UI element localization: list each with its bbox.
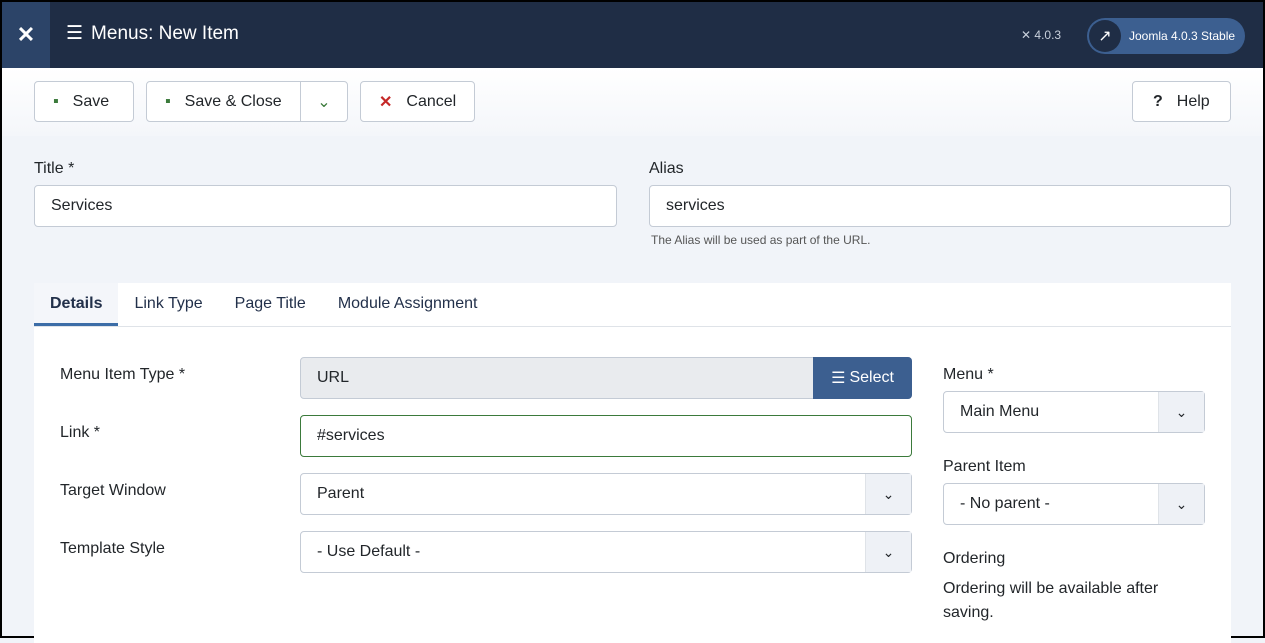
save-icon: ▪ bbox=[53, 92, 59, 110]
site-button[interactable]: ↗ Joomla 4.0.3 Stable bbox=[1087, 18, 1245, 54]
menu-label: Menu * bbox=[943, 366, 994, 383]
title-label: Title * bbox=[34, 160, 75, 177]
question-icon: ? bbox=[1153, 92, 1163, 110]
select-button[interactable]: ☰ Select bbox=[813, 357, 912, 399]
alias-label: Alias bbox=[649, 160, 684, 177]
ordering-text: Ordering will be available after saving. bbox=[943, 580, 1159, 621]
cancel-button[interactable]: ✕ Cancel bbox=[360, 81, 475, 122]
template-style-select[interactable]: - Use Default - ⌄ bbox=[300, 531, 912, 573]
chevron-down-icon: ⌄ bbox=[865, 474, 911, 514]
template-style-label: Template Style bbox=[60, 540, 165, 557]
toolbar: ▪ Save ▪ Save & Close ⌄ ✕ Cancel ? Help bbox=[2, 68, 1263, 136]
tab-link-type[interactable]: Link Type bbox=[118, 283, 218, 326]
save-close-button[interactable]: ▪ Save & Close ⌄ bbox=[146, 81, 348, 122]
list-icon: ☰ bbox=[66, 23, 84, 44]
alias-input[interactable]: services bbox=[649, 185, 1231, 227]
chevron-down-icon: ⌄ bbox=[1158, 484, 1204, 524]
chevron-down-icon: ⌄ bbox=[1158, 392, 1204, 432]
alias-help: The Alias will be used as part of the UR… bbox=[651, 233, 871, 247]
tab-bar: Details Link Type Page Title Module Assi… bbox=[34, 283, 1231, 327]
target-window-label: Target Window bbox=[60, 482, 166, 499]
link-label: Link * bbox=[60, 424, 101, 441]
parent-item-select[interactable]: - No parent - ⌄ bbox=[943, 483, 1205, 525]
menu-item-type-label: Menu Item Type * bbox=[60, 366, 186, 383]
header: ✕ ☰ Menus: New Item ✕ 4.0.3 ↗ Joomla 4.0.3… bbox=[2, 2, 1263, 68]
chevron-down-icon: ⌄ bbox=[865, 532, 911, 572]
tab-page-title[interactable]: Page Title bbox=[219, 283, 322, 326]
link-input[interactable]: #services bbox=[300, 415, 912, 457]
target-window-select[interactable]: Parent ⌄ bbox=[300, 473, 912, 515]
version-label: ✕ 4.0.3 bbox=[1021, 28, 1062, 42]
help-button[interactable]: ? Help bbox=[1132, 81, 1231, 122]
menu-item-type-field: URL ☰ Select bbox=[300, 357, 912, 399]
save-button[interactable]: ▪ Save bbox=[34, 81, 134, 122]
tab-details[interactable]: Details bbox=[34, 283, 119, 326]
save-icon: ▪ bbox=[165, 92, 171, 110]
page-title: ☰ Menus: New Item bbox=[66, 22, 239, 45]
external-link-icon: ↗ bbox=[1089, 20, 1121, 52]
ordering-label: Ordering bbox=[943, 550, 1006, 567]
menu-select[interactable]: Main Menu ⌄ bbox=[943, 391, 1205, 433]
chevron-down-icon[interactable]: ⌄ bbox=[300, 82, 347, 121]
close-icon: ✕ bbox=[379, 93, 393, 111]
list-icon: ☰ bbox=[831, 370, 846, 387]
title-input[interactable]: Services bbox=[34, 185, 617, 227]
parent-item-label: Parent Item bbox=[943, 458, 1026, 475]
joomla-logo-icon[interactable]: ✕ bbox=[2, 2, 50, 68]
tab-module-assignment[interactable]: Module Assignment bbox=[322, 283, 494, 326]
